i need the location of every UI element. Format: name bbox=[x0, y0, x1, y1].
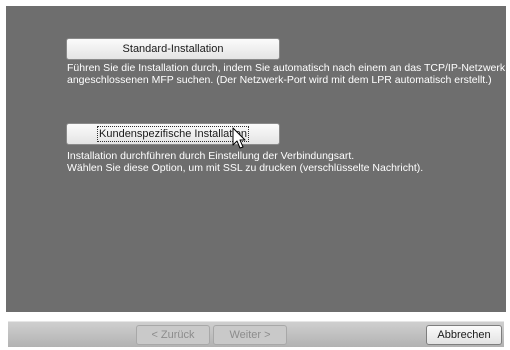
standard-description-line-2: angeschlossenen MFP suchen. (Der Netzwer… bbox=[67, 74, 492, 86]
custom-installation-label: Kundenspezifische Installation bbox=[97, 126, 249, 142]
custom-description-line-1: Installation durchführen durch Einstellu… bbox=[67, 150, 355, 162]
footer-button-bar: < Zurück Weiter > Abbrechen bbox=[8, 321, 504, 347]
installer-window: Standard-Installation Führen Sie die Ins… bbox=[0, 0, 510, 350]
standard-installation-button[interactable]: Standard-Installation bbox=[66, 38, 280, 60]
custom-description-line-2: Wählen Sie diese Option, um mit SSL zu d… bbox=[67, 162, 424, 174]
standard-installation-label: Standard-Installation bbox=[122, 43, 224, 55]
standard-description-line-1: Führen Sie die Installation durch, indem… bbox=[67, 62, 506, 74]
standard-installation-description: Führen Sie die Installation durch, indem… bbox=[67, 62, 505, 86]
back-button[interactable]: < Zurück bbox=[136, 325, 210, 345]
custom-installation-description: Installation durchführen durch Einstellu… bbox=[67, 150, 423, 174]
next-button[interactable]: Weiter > bbox=[213, 325, 287, 345]
footer: < Zurück Weiter > Abbrechen bbox=[0, 312, 510, 350]
arrow-cursor-icon bbox=[232, 127, 246, 149]
cancel-button[interactable]: Abbrechen bbox=[426, 325, 502, 345]
